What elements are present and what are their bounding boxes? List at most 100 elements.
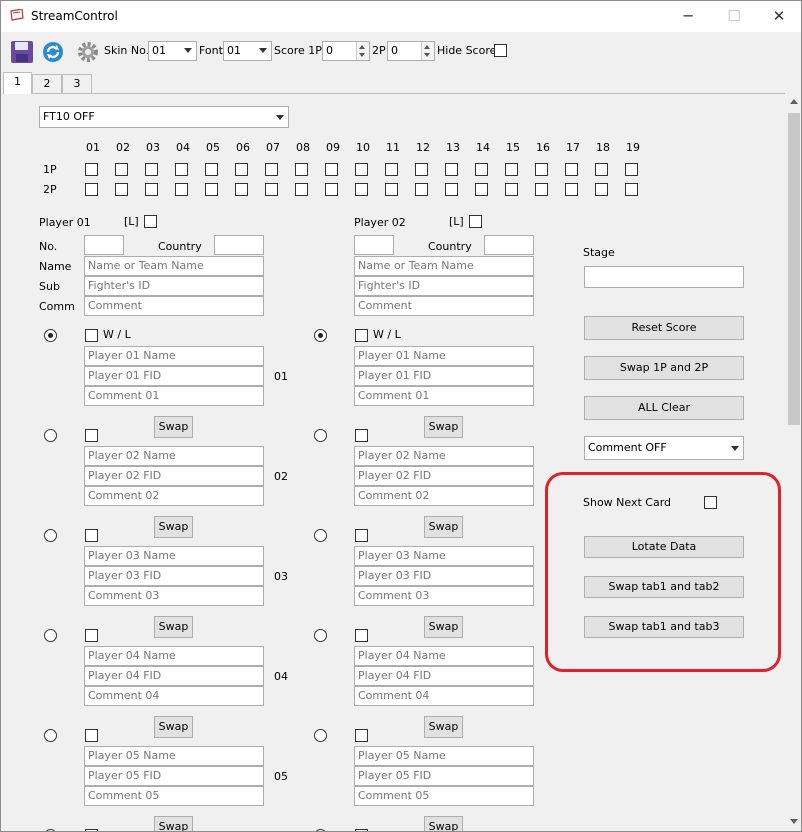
round-06-2p-checkbox[interactable] (235, 183, 248, 196)
round-16-2p-checkbox[interactable] (535, 183, 548, 196)
round-14-1p-checkbox[interactable] (475, 163, 488, 176)
p2-entry-04-checkbox[interactable] (355, 629, 368, 642)
round-15-1p-checkbox[interactable] (505, 163, 518, 176)
p2-entry-05-swap-button[interactable]: Swap (424, 716, 463, 738)
scrollbar-thumb[interactable] (788, 113, 800, 425)
p1-entry-03-fid-input[interactable]: Player 03 FID (84, 566, 264, 586)
spinner-buttons[interactable] (421, 42, 434, 60)
player-02-no-input[interactable] (354, 235, 394, 255)
player-02-name-input[interactable]: Name or Team Name (354, 256, 534, 276)
swap-1p-2p-button[interactable]: Swap 1P and 2P (584, 356, 744, 380)
p1-entry-01-name-input[interactable]: Player 01 Name (84, 346, 264, 366)
spinner-buttons[interactable] (356, 42, 369, 60)
p1-entry-02-comment-input[interactable]: Comment 02 (84, 486, 264, 506)
p1-entry-01-fid-input[interactable]: Player 01 FID (84, 366, 264, 386)
p1-entry-05-checkbox[interactable] (85, 729, 98, 742)
player-02-sub-input[interactable]: Fighter's ID (354, 276, 534, 296)
tab-1[interactable]: 1 (3, 72, 32, 94)
round-03-2p-checkbox[interactable] (145, 183, 158, 196)
player-01-name-input[interactable]: Name or Team Name (84, 256, 264, 276)
stage-input[interactable] (584, 266, 744, 288)
p1-entry-04-fid-input[interactable]: Player 04 FID (84, 666, 264, 686)
round-04-2p-checkbox[interactable] (175, 183, 188, 196)
p2-entry-03-radio[interactable] (314, 529, 327, 542)
p2-entry-01-comment-input[interactable]: Comment 01 (354, 386, 534, 406)
scroll-down-icon[interactable] (790, 819, 798, 824)
p2-entry-05-fid-input[interactable]: Player 05 FID (354, 766, 534, 786)
tab-3[interactable]: 3 (62, 74, 92, 93)
p2-entry-02-checkbox[interactable] (355, 429, 368, 442)
p1-entry-04-swap-button[interactable]: Swap (154, 616, 193, 638)
round-15-2p-checkbox[interactable] (505, 183, 518, 196)
round-10-2p-checkbox[interactable] (355, 183, 368, 196)
p1-entry-03-name-input[interactable]: Player 03 Name (84, 546, 264, 566)
round-14-2p-checkbox[interactable] (475, 183, 488, 196)
round-08-1p-checkbox[interactable] (295, 163, 308, 176)
round-05-1p-checkbox[interactable] (205, 163, 218, 176)
p2-entry-02-swap-button[interactable]: Swap (424, 416, 463, 438)
p1-entry-02-checkbox[interactable] (85, 429, 98, 442)
p2-entry-02-radio[interactable] (314, 429, 327, 442)
p1-entry-01-comment-input[interactable]: Comment 01 (84, 386, 264, 406)
round-18-2p-checkbox[interactable] (595, 183, 608, 196)
p2-entry-05-comment-input[interactable]: Comment 05 (354, 786, 534, 806)
p2-entry-03-checkbox[interactable] (355, 529, 368, 542)
p2-entry-03-comment-input[interactable]: Comment 03 (354, 586, 534, 606)
p2-entry-04-comment-input[interactable]: Comment 04 (354, 686, 534, 706)
p1-entry-05-comment-input[interactable]: Comment 05 (84, 786, 264, 806)
p1-entry-04-radio[interactable] (44, 629, 57, 642)
round-03-1p-checkbox[interactable] (145, 163, 158, 176)
p1-entry-03-checkbox[interactable] (85, 529, 98, 542)
round-10-1p-checkbox[interactable] (355, 163, 368, 176)
round-11-2p-checkbox[interactable] (385, 183, 398, 196)
player-01-sub-input[interactable]: Fighter's ID (84, 276, 264, 296)
p1-entry-05-radio[interactable] (44, 729, 57, 742)
p1-entry-02-swap-button[interactable]: Swap (154, 416, 193, 438)
tab-2[interactable]: 2 (32, 74, 62, 93)
player-01-no-input[interactable] (84, 235, 124, 255)
round-11-1p-checkbox[interactable] (385, 163, 398, 176)
p1-entry-06-swap-button[interactable]: Swap (154, 816, 193, 831)
save-icon[interactable] (10, 40, 34, 64)
all-clear-button[interactable]: ALL Clear (584, 396, 744, 420)
p2-entry-02-fid-input[interactable]: Player 02 FID (354, 466, 534, 486)
p1-entry-03-swap-button[interactable]: Swap (154, 516, 193, 538)
p2-entry-01-name-input[interactable]: Player 01 Name (354, 346, 534, 366)
p2-entry-03-fid-input[interactable]: Player 03 FID (354, 566, 534, 586)
p2-entry-04-fid-input[interactable]: Player 04 FID (354, 666, 534, 686)
p2-entry-05-checkbox[interactable] (355, 729, 368, 742)
p1-entry-01-radio[interactable] (44, 329, 57, 342)
round-05-2p-checkbox[interactable] (205, 183, 218, 196)
p2-entry-04-name-input[interactable]: Player 04 Name (354, 646, 534, 666)
round-13-1p-checkbox[interactable] (445, 163, 458, 176)
p1-entry-04-comment-input[interactable]: Comment 04 (84, 686, 264, 706)
vertical-scrollbar[interactable] (787, 93, 801, 831)
p2-entry-01-checkbox[interactable] (355, 329, 368, 342)
round-13-2p-checkbox[interactable] (445, 183, 458, 196)
p2-entry-06-swap-button[interactable]: Swap (424, 816, 463, 831)
round-09-1p-checkbox[interactable] (325, 163, 338, 176)
hide-score-checkbox[interactable] (494, 44, 507, 57)
player-02-country-input[interactable] (484, 235, 534, 255)
p2-entry-03-swap-button[interactable]: Swap (424, 516, 463, 538)
p2-entry-05-radio[interactable] (314, 729, 327, 742)
ft-select[interactable]: FT10 OFF (39, 106, 289, 128)
p1-entry-04-checkbox[interactable] (85, 629, 98, 642)
p2-entry-02-name-input[interactable]: Player 02 Name (354, 446, 534, 466)
p1-entry-03-comment-input[interactable]: Comment 03 (84, 586, 264, 606)
round-09-2p-checkbox[interactable] (325, 183, 338, 196)
gear-icon[interactable] (76, 40, 100, 64)
minimize-button[interactable]: ─ (665, 1, 711, 32)
round-12-1p-checkbox[interactable] (415, 163, 428, 176)
reset-score-button[interactable]: Reset Score (584, 316, 744, 340)
p2-entry-02-comment-input[interactable]: Comment 02 (354, 486, 534, 506)
round-16-1p-checkbox[interactable] (535, 163, 548, 176)
close-button[interactable]: ✕ (756, 1, 801, 32)
p1-entry-05-name-input[interactable]: Player 05 Name (84, 746, 264, 766)
round-17-2p-checkbox[interactable] (565, 183, 578, 196)
p1-entry-05-swap-button[interactable]: Swap (154, 716, 193, 738)
round-18-1p-checkbox[interactable] (595, 163, 608, 176)
round-17-1p-checkbox[interactable] (565, 163, 578, 176)
p1-entry-02-radio[interactable] (44, 429, 57, 442)
score-2p-spinner[interactable]: 0 (387, 41, 435, 61)
